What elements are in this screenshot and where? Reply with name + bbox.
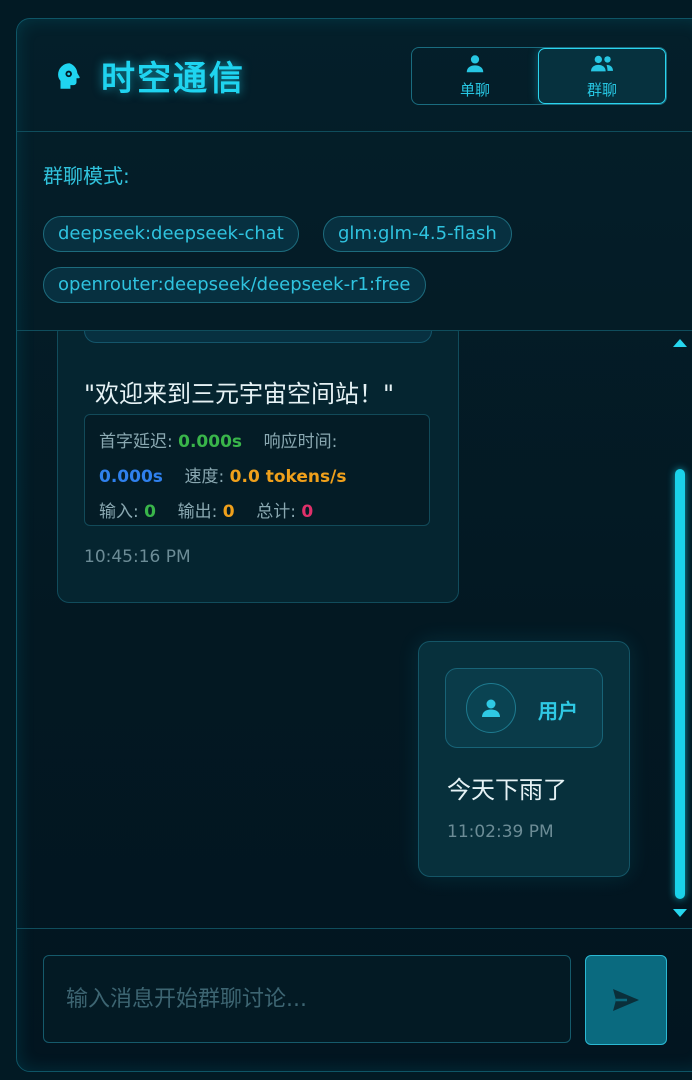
brain-head-icon — [58, 63, 80, 89]
stats-line: 输入: 0 输出: 0 总计: 0 — [99, 497, 313, 522]
group-chat-tab[interactable]: 群聊 — [538, 48, 666, 104]
stats-line: 0.000s 速度: 0.0 tokens/s — [99, 462, 346, 487]
scrollbar[interactable] — [673, 339, 689, 919]
stats-line: 首字延迟: 0.000s 响应时间: — [99, 427, 337, 452]
app-title: 时空通信 — [101, 59, 245, 99]
total-tokens-value: 0 — [301, 502, 314, 522]
group-chat-label: 群聊 — [586, 80, 617, 99]
bot-header — [84, 331, 432, 343]
user-badge: 用户 — [445, 668, 603, 748]
input-tokens-value: 0 — [144, 502, 156, 522]
response-time-value: 0.000s — [99, 467, 163, 487]
group-models-area: 群聊模式: deepseek:deepseek-chat glm:glm-4.5… — [17, 132, 692, 331]
message-list: "欢迎来到三元宇宙空间站！" 首字延迟: 0.000s 响应时间: 0.000s… — [17, 331, 692, 927]
send-icon — [613, 989, 639, 1011]
message-text: "欢迎来到三元宇宙空间站！" — [84, 380, 395, 408]
model-chip[interactable]: deepseek:deepseek-chat — [43, 216, 299, 252]
send-button[interactable] — [585, 955, 667, 1045]
model-chip[interactable]: openrouter:deepseek/deepseek-r1:free — [43, 267, 426, 303]
chat-mode-switch: 单聊 群聊 — [411, 47, 667, 105]
user-icon — [482, 699, 500, 717]
users-icon — [591, 55, 613, 71]
output-tokens-value: 0 — [222, 502, 235, 522]
speed-value: 0.0 tokens/s — [229, 467, 347, 487]
header: 时空通信 单聊 群聊 — [17, 19, 692, 132]
composer — [17, 928, 692, 1071]
first-token-value: 0.000s — [178, 432, 243, 452]
scroll-down-arrow-icon[interactable] — [673, 909, 687, 917]
bot-message: "欢迎来到三元宇宙空间站！" 首字延迟: 0.000s 响应时间: 0.000s… — [57, 331, 459, 603]
input-tokens-label: 输入: — [99, 502, 139, 522]
response-stats: 首字延迟: 0.000s 响应时间: 0.000s 速度: 0.0 tokens… — [84, 414, 430, 526]
total-tokens-label: 总计: — [256, 502, 296, 522]
output-tokens-label: 输出: — [177, 502, 218, 522]
response-time-label: 响应时间: — [263, 432, 338, 452]
speed-label: 速度: — [184, 467, 225, 487]
message-text: 今天下雨了 — [447, 776, 567, 804]
sender-name: 用户 — [538, 699, 578, 723]
chat-panel: 时空通信 单聊 群聊 群聊模式: deepseek:deepseek-chat … — [16, 18, 692, 1072]
message-timestamp: 10:45:16 PM — [84, 547, 191, 567]
avatar — [466, 683, 516, 733]
user-message: 用户 今天下雨了 11:02:39 PM — [418, 641, 630, 877]
group-mode-label: 群聊模式: — [43, 164, 130, 188]
message-timestamp: 11:02:39 PM — [447, 822, 554, 842]
model-chip[interactable]: glm:glm-4.5-flash — [323, 216, 512, 252]
scroll-up-arrow-icon[interactable] — [673, 339, 687, 347]
user-icon — [466, 54, 484, 72]
message-input[interactable] — [43, 955, 571, 1043]
single-chat-tab[interactable]: 单聊 — [412, 48, 538, 104]
scroll-thumb[interactable] — [675, 469, 685, 899]
first-token-label: 首字延迟: — [99, 432, 173, 452]
single-chat-label: 单聊 — [459, 80, 490, 99]
